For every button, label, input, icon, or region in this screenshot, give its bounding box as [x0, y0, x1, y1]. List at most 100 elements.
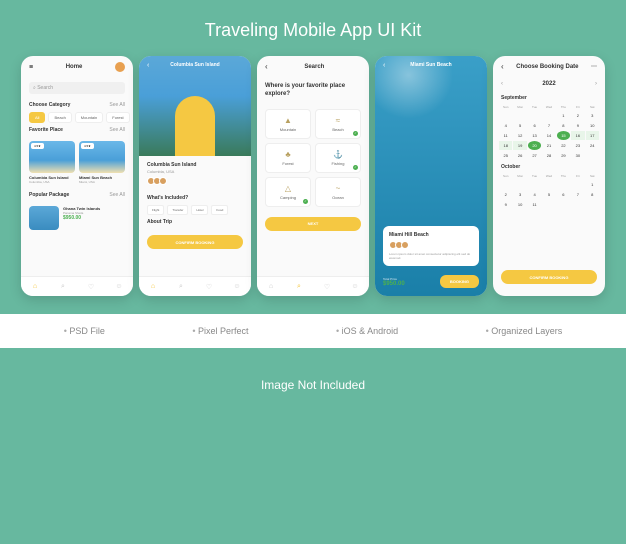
calendar-day[interactable]: 2	[571, 111, 584, 120]
place-image[interactable]: 4.5★	[79, 141, 125, 173]
category-chip[interactable]: Forest	[106, 112, 129, 123]
category-item[interactable]: ⚓Fishing✓	[315, 143, 361, 173]
calendar-day[interactable]	[542, 180, 555, 189]
calendar-day[interactable]: 29	[557, 151, 570, 160]
booking-button[interactable]: Booking	[440, 275, 479, 288]
calendar-day[interactable]: 16	[571, 131, 584, 140]
nav-search-icon[interactable]: ⌕	[177, 283, 185, 291]
calendar-day[interactable]	[528, 111, 541, 120]
calendar-day[interactable]	[586, 151, 599, 160]
included-chip[interactable]: Hotel	[191, 205, 208, 215]
calendar-day[interactable]	[571, 180, 584, 189]
package-card[interactable]: Ghana Twin Islands Panama Sheila $950.00	[21, 202, 133, 234]
calendar-day[interactable]: 8	[586, 190, 599, 199]
calendar-day[interactable]: 10	[513, 200, 526, 209]
nav-search-icon[interactable]: ⌕	[295, 283, 303, 291]
nav-search-icon[interactable]: ⌕	[59, 283, 67, 291]
confirm-booking-button[interactable]: Confirm Booking	[147, 235, 243, 249]
calendar-day[interactable]	[557, 180, 570, 189]
calendar-day[interactable]: 10	[586, 121, 599, 130]
category-item[interactable]: ▲Mountain	[265, 109, 311, 139]
search-input[interactable]: ⌕ Search	[29, 82, 125, 94]
cal-prev-icon[interactable]: ‹	[501, 81, 503, 87]
category-chip[interactable]: Mountain	[75, 112, 103, 123]
calendar-day[interactable]: 4	[528, 190, 541, 199]
menu-icon[interactable]: ≡	[29, 64, 33, 71]
category-item[interactable]: ~Ocean	[315, 177, 361, 207]
calendar-day[interactable]: 3	[513, 190, 526, 199]
back-icon[interactable]: ‹	[265, 62, 268, 71]
calendar-day[interactable]: 1	[586, 180, 599, 189]
calendar-day[interactable]: 24	[586, 141, 599, 150]
calendar-day[interactable]: 22	[557, 141, 570, 150]
nav-home-icon[interactable]: ⌂	[267, 283, 275, 291]
category-chip[interactable]: All	[29, 112, 45, 123]
calendar-day[interactable]: 9	[499, 200, 512, 209]
calendar-day[interactable]: 13	[528, 131, 541, 140]
beach-card[interactable]: Miami Hill Beach Lorem ipsum dolor sit a…	[383, 226, 479, 266]
calendar-day[interactable]: 5	[542, 190, 555, 199]
calendar-day[interactable]: 14	[542, 131, 555, 140]
nav-profile-icon[interactable]: ☺	[351, 283, 359, 291]
calendar-day[interactable]: 18	[499, 141, 512, 150]
see-all-link[interactable]: See All	[109, 192, 125, 198]
avatar[interactable]	[115, 62, 125, 72]
calendar-day[interactable]: 7	[571, 190, 584, 199]
back-icon[interactable]: ‹	[501, 62, 504, 71]
place-image[interactable]: 4.5★	[29, 141, 75, 173]
category-item[interactable]: △Camping✓	[265, 177, 311, 207]
cal-next-icon[interactable]: ›	[595, 81, 597, 87]
more-icon[interactable]: ⋯	[591, 63, 597, 70]
see-all-link[interactable]: See All	[109, 102, 125, 108]
calendar-day[interactable]: 20	[528, 141, 541, 150]
next-button[interactable]: Next	[265, 217, 361, 231]
calendar-day[interactable]: 15	[557, 131, 570, 140]
calendar-day[interactable]	[499, 111, 512, 120]
calendar-day[interactable]: 27	[528, 151, 541, 160]
category-item[interactable]: ≈Beach✓	[315, 109, 361, 139]
calendar-day[interactable]: 30	[571, 151, 584, 160]
nav-bookmark-icon[interactable]: ♡	[205, 283, 213, 291]
calendar-day[interactable]: 2	[499, 190, 512, 199]
category-chip[interactable]: Beach	[48, 112, 71, 123]
nav-home-icon[interactable]: ⌂	[31, 283, 39, 291]
calendar-day[interactable]: 21	[542, 141, 555, 150]
calendar-day[interactable]: 6	[557, 190, 570, 199]
confirm-booking-button[interactable]: Confirm Booking	[501, 270, 597, 284]
calendar-day[interactable]: 12	[513, 131, 526, 140]
calendar-day[interactable]: 1	[557, 111, 570, 120]
nav-home-icon[interactable]: ⌂	[149, 283, 157, 291]
category-item[interactable]: ♣Forest	[265, 143, 311, 173]
calendar-day[interactable]: 19	[513, 141, 526, 150]
calendar-day[interactable]: 5	[513, 121, 526, 130]
calendar-day[interactable]: 11	[528, 200, 541, 209]
calendar-day[interactable]: 26	[513, 151, 526, 160]
calendar-day[interactable]: 25	[499, 151, 512, 160]
back-icon[interactable]: ‹	[383, 62, 385, 69]
calendar-day[interactable]	[499, 180, 512, 189]
back-icon[interactable]: ‹	[147, 62, 149, 69]
calendar-day[interactable]: 4	[499, 121, 512, 130]
calendar-day[interactable]	[542, 111, 555, 120]
calendar-day[interactable]: 6	[528, 121, 541, 130]
calendar-day[interactable]: 7	[542, 121, 555, 130]
included-chip[interactable]: Flight	[147, 205, 164, 215]
calendar-day[interactable]: 8	[557, 121, 570, 130]
calendar-day[interactable]: 23	[571, 141, 584, 150]
calendar-day[interactable]	[542, 200, 555, 209]
included-chip[interactable]: Food	[211, 205, 228, 215]
calendar-day[interactable]: 3	[586, 111, 599, 120]
calendar-day[interactable]	[513, 111, 526, 120]
calendar-day[interactable]: 17	[586, 131, 599, 140]
calendar-day[interactable]	[513, 180, 526, 189]
nav-bookmark-icon[interactable]: ♡	[87, 283, 95, 291]
nav-profile-icon[interactable]: ☺	[233, 283, 241, 291]
nav-bookmark-icon[interactable]: ♡	[323, 283, 331, 291]
calendar-day[interactable]: 11	[499, 131, 512, 140]
included-chip[interactable]: Transfer	[167, 205, 188, 215]
calendar-day[interactable]	[528, 180, 541, 189]
see-all-link[interactable]: See All	[109, 127, 125, 133]
calendar-day[interactable]: 28	[542, 151, 555, 160]
calendar-day[interactable]: 9	[571, 121, 584, 130]
nav-profile-icon[interactable]: ☺	[115, 283, 123, 291]
